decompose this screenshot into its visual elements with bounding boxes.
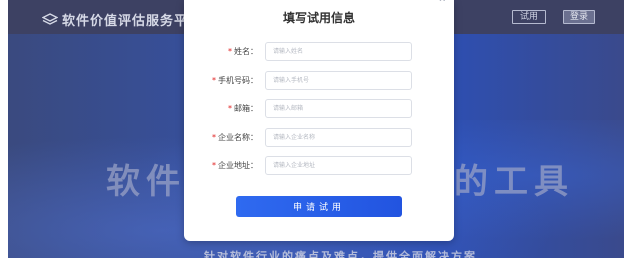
logo-text: 软件价值评估服务平台 xyxy=(62,14,203,29)
apply-trial-button[interactable]: 申请试用 xyxy=(236,196,402,217)
trial-button[interactable]: 试用 xyxy=(512,10,546,24)
required-mark: * xyxy=(228,47,232,56)
name-field[interactable] xyxy=(265,42,412,61)
form-row-name: * 姓名： xyxy=(184,42,454,62)
form-row-phone: * 手机号码： xyxy=(184,71,454,91)
hero-subtitle: 针对软件行业的痛点及难点，提供全面解决方案 xyxy=(204,250,477,258)
hero-title-right: 的工具 xyxy=(454,162,574,202)
required-mark: * xyxy=(212,76,216,85)
address-label: * 企业地址： xyxy=(212,161,258,170)
form-row-email: * 邮箱： xyxy=(184,99,454,119)
close-icon[interactable]: ^ xyxy=(438,0,446,8)
company-address-field[interactable] xyxy=(265,156,412,175)
company-name-field[interactable] xyxy=(265,128,412,147)
trial-form-modal: ^ 填写试用信息 *姓名： *手机号码： *邮箱： *企业名称： *企业地址： … xyxy=(184,0,454,241)
phone-label: * 手机号码： xyxy=(212,76,258,85)
phone-field[interactable] xyxy=(265,71,412,90)
login-button[interactable]: 登录 xyxy=(563,10,595,24)
required-mark: * xyxy=(212,161,216,170)
form-row-address: * 企业地址： xyxy=(184,156,454,176)
form-row-company: * 企业名称： xyxy=(184,128,454,148)
required-mark: * xyxy=(228,104,232,113)
company-label: * 企业名称： xyxy=(212,133,258,142)
page: 软件价值评估服务平台 试用 登录 软件开 的工具 针对软件行业的痛点及难点，提供… xyxy=(8,0,624,258)
email-field[interactable] xyxy=(265,99,412,118)
site-logo[interactable]: 软件价值评估服务平台 xyxy=(42,10,202,29)
name-label: * 姓名： xyxy=(228,47,258,56)
email-label: * 邮箱： xyxy=(228,104,258,113)
required-mark: * xyxy=(212,133,216,142)
modal-title: 填写试用信息 xyxy=(282,11,355,25)
stack-layers-icon xyxy=(42,12,58,25)
